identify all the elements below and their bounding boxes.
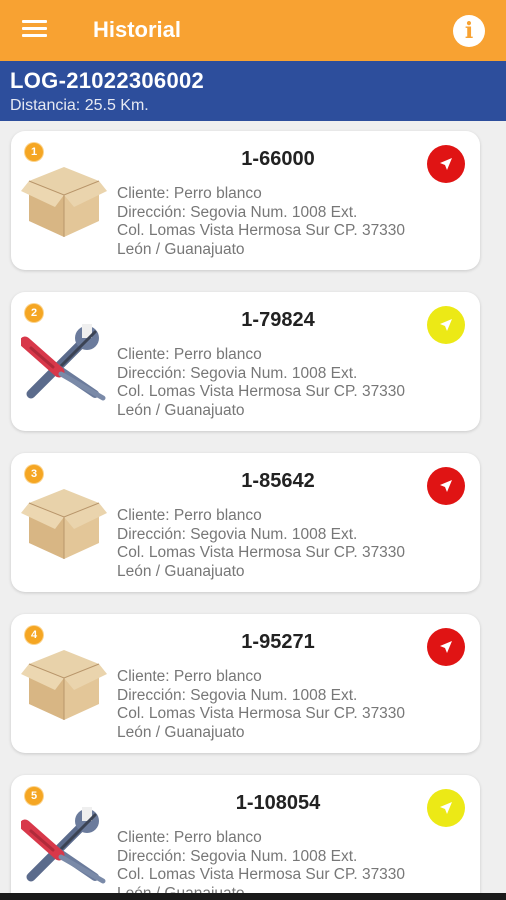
navigate-button[interactable] <box>427 306 465 344</box>
delivery-code: 1-66000 <box>241 148 315 170</box>
navigation-arrow-icon <box>440 641 452 653</box>
city-line: León / Guanajuato <box>117 884 245 894</box>
navigation-arrow-icon <box>440 158 452 170</box>
navigation-arrow-icon <box>440 802 452 814</box>
delivery-list[interactable]: 1 1-66000 Cliente: Perro blanco Direcció… <box>0 121 506 893</box>
order-number-badge: 4 <box>25 626 43 644</box>
address-line: Dirección: Segovia Num. 1008 Ext. <box>117 847 358 865</box>
delivery-details: Cliente: Perro blanco Dirección: Segovia… <box>117 346 473 420</box>
colony-line: Col. Lomas Vista Hermosa Sur CP. 37330 <box>117 383 406 400</box>
delivery-details: Cliente: Perro blanco Dirección: Segovia… <box>117 668 473 742</box>
box-icon <box>21 485 107 563</box>
navigate-button[interactable] <box>427 467 465 505</box>
delivery-code: 1-85642 <box>241 470 315 492</box>
delivery-card[interactable]: 4 1-95271 Cliente: Perro blanco Direcció… <box>11 614 480 753</box>
city-line: León / Guanajuato <box>117 401 245 419</box>
delivery-card[interactable]: 2 1-79824 Cliente: Perro blanco Direcció… <box>11 292 480 431</box>
route-header: LOG-21022306002 Distancia: 25.5 Km. <box>0 61 506 121</box>
navigate-button[interactable] <box>427 789 465 827</box>
hamburger-menu-icon[interactable] <box>22 20 50 40</box>
address-line: Dirección: Segovia Num. 1008 Ext. <box>117 364 358 382</box>
order-number-badge: 5 <box>25 787 43 805</box>
client-name: Cliente: Perro blanco <box>117 668 262 685</box>
app-bar: Historial i <box>0 0 506 61</box>
page-title: Historial <box>93 17 182 42</box>
info-icon[interactable]: i <box>453 15 485 47</box>
route-distance: Distancia: 25.5 Km. <box>10 97 149 114</box>
client-name: Cliente: Perro blanco <box>117 507 262 524</box>
colony-line: Col. Lomas Vista Hermosa Sur CP. 37330 <box>117 866 406 883</box>
client-name: Cliente: Perro blanco <box>117 185 262 202</box>
navigate-button[interactable] <box>427 145 465 183</box>
delivery-details: Cliente: Perro blanco Dirección: Segovia… <box>117 829 473 893</box>
navigation-arrow-icon <box>440 319 452 331</box>
client-name: Cliente: Perro blanco <box>117 829 262 846</box>
city-line: León / Guanajuato <box>117 562 245 580</box>
address-line: Dirección: Segovia Num. 1008 Ext. <box>117 686 358 704</box>
delivery-code: 1-95271 <box>241 631 315 653</box>
address-line: Dirección: Segovia Num. 1008 Ext. <box>117 525 358 543</box>
colony-line: Col. Lomas Vista Hermosa Sur CP. 37330 <box>117 544 406 561</box>
route-id: LOG-21022306002 <box>10 68 205 93</box>
tools-icon <box>21 807 107 885</box>
city-line: León / Guanajuato <box>117 723 245 741</box>
tools-icon <box>21 324 107 402</box>
delivery-card[interactable]: 3 1-85642 Cliente: Perro blanco Direcció… <box>11 453 480 592</box>
system-nav-bar <box>0 893 506 900</box>
delivery-details: Cliente: Perro blanco Dirección: Segovia… <box>117 507 473 581</box>
order-number-badge: 1 <box>25 143 43 161</box>
delivery-code: 1-108054 <box>235 792 321 814</box>
box-icon <box>21 163 107 241</box>
delivery-card[interactable]: 5 1-108054 Cliente: Perro blanco Direcci… <box>11 775 480 893</box>
address-line: Dirección: Segovia Num. 1008 Ext. <box>117 203 358 221</box>
navigate-button[interactable] <box>427 628 465 666</box>
delivery-code: 1-79824 <box>241 309 315 331</box>
colony-line: Col. Lomas Vista Hermosa Sur CP. 37330 <box>117 222 406 239</box>
client-name: Cliente: Perro blanco <box>117 346 262 363</box>
box-icon <box>21 646 107 724</box>
city-line: León / Guanajuato <box>117 240 245 258</box>
delivery-card[interactable]: 1 1-66000 Cliente: Perro blanco Direcció… <box>11 131 480 270</box>
order-number-badge: 2 <box>25 304 43 322</box>
order-number-badge: 3 <box>25 465 43 483</box>
navigation-arrow-icon <box>440 480 452 492</box>
delivery-details: Cliente: Perro blanco Dirección: Segovia… <box>117 185 473 259</box>
colony-line: Col. Lomas Vista Hermosa Sur CP. 37330 <box>117 705 406 722</box>
